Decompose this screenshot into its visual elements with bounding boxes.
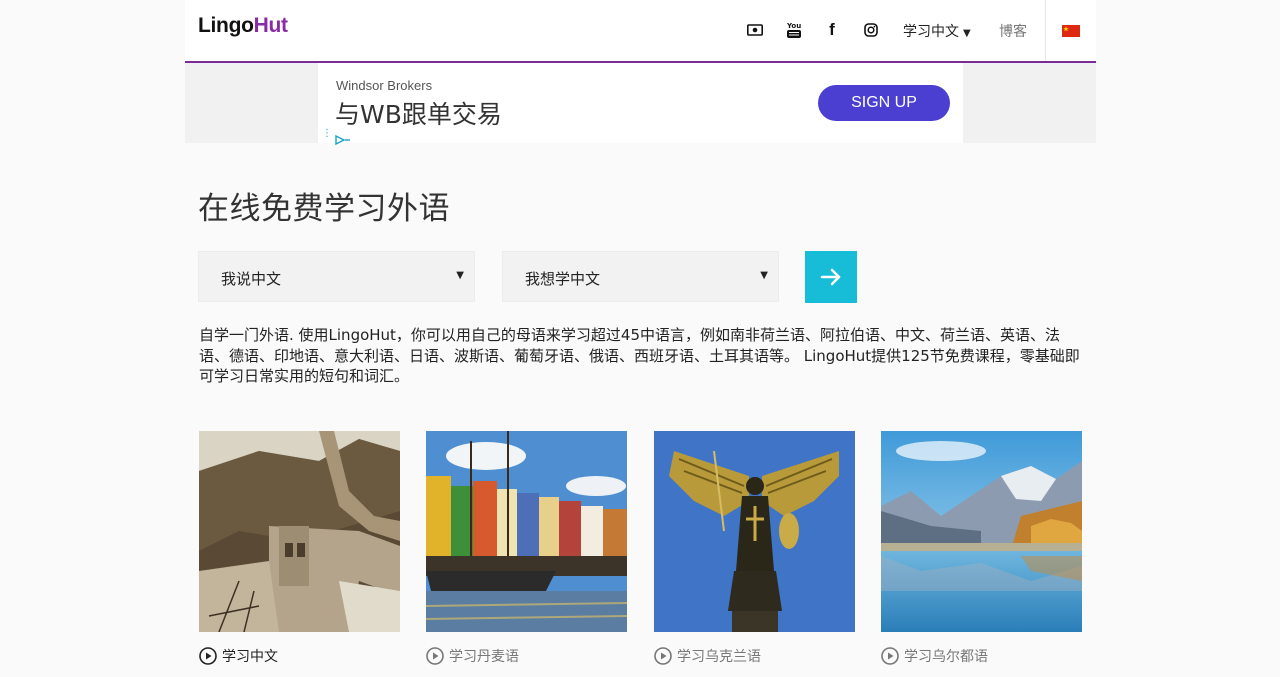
course-name: 学习丹麦语 [449,649,519,665]
youtube-icon[interactable]: You [785,21,803,39]
play-icon [881,647,899,665]
copenhagen-harbor-image [426,431,627,632]
intro-text: 自学一门外语. 使用LingoHut，你可以用自己的母语来学习超过45中语言，例… [199,326,1080,385]
great-wall-image [199,431,400,632]
speak-language-value: 我说中文 [221,270,282,288]
course-name: 学习乌克兰语 [677,649,761,665]
language-menu[interactable]: 学习中文 ▼ [903,21,971,41]
language-menu-label: 学习中文 [903,24,959,40]
nav-divider [1045,0,1046,61]
page-title: 在线免费学习外语 [198,191,450,227]
sign-up-button[interactable]: SIGN UP [818,85,950,121]
logo-text-lingo: Lingo [198,14,254,37]
ad-choices-icon[interactable] [335,130,351,149]
arrow-right-icon [820,268,841,286]
money-icon[interactable] [746,21,764,39]
youtube-glyph: You [786,22,801,30]
facebook-glyph: f [829,20,835,39]
ad-sponsor: Windsor Brokers [336,78,433,93]
site-header: LingoHut You f 学习中文 ▼ 博客 [185,0,1096,63]
china-flag-icon[interactable] [1062,25,1080,37]
learn-language-select[interactable]: 我想学中文 ▼ [502,251,779,302]
course-label-chinese[interactable]: 学习中文 [199,646,278,666]
course-name: 学习乌尔都语 [904,649,988,665]
lingohut-logo[interactable]: LingoHut [198,14,288,38]
archangel-statue-image [654,431,855,632]
logo-text-hut: Hut [253,14,288,37]
course-card-danish[interactable]: 学习丹麦语 [426,431,627,665]
course-label-danish[interactable]: 学习丹麦语 [426,646,519,666]
ad-banner-area: Windsor Brokers 与WB跟单交易 SIGN UP ⋮ [185,63,1096,146]
mountain-lake-image [881,431,1082,632]
course-card-urdu[interactable]: 学习乌尔都语 [881,431,1082,665]
course-label-urdu[interactable]: 学习乌尔都语 [881,646,988,666]
facebook-icon[interactable]: f [823,20,841,39]
speak-language-select[interactable]: 我说中文 ▼ [198,251,475,302]
course-name: 学习中文 [222,649,278,665]
course-card-chinese[interactable]: 学习中文 [199,431,400,665]
ad-banner[interactable]: Windsor Brokers 与WB跟单交易 SIGN UP ⋮ [318,63,963,146]
blog-link[interactable]: 博客 [999,21,1027,41]
caret-down-icon: ▼ [963,28,971,39]
go-button[interactable] [805,251,857,303]
course-label-ukrainian[interactable]: 学习乌克兰语 [654,646,761,666]
caret-down-icon: ▼ [760,270,768,281]
caret-down-icon: ▼ [456,270,464,281]
course-card-ukrainian[interactable]: 学习乌克兰语 [654,431,855,665]
play-icon [654,647,672,665]
play-icon [426,647,444,665]
ad-options-icon[interactable]: ⋮ [322,129,332,139]
learn-language-value: 我想学中文 [525,270,601,288]
play-icon [199,647,217,665]
page: LingoHut You f 学习中文 ▼ 博客 Windsor Brokers … [185,0,1096,677]
instagram-icon[interactable] [862,21,880,39]
ad-headline: 与WB跟单交易 [335,100,502,129]
